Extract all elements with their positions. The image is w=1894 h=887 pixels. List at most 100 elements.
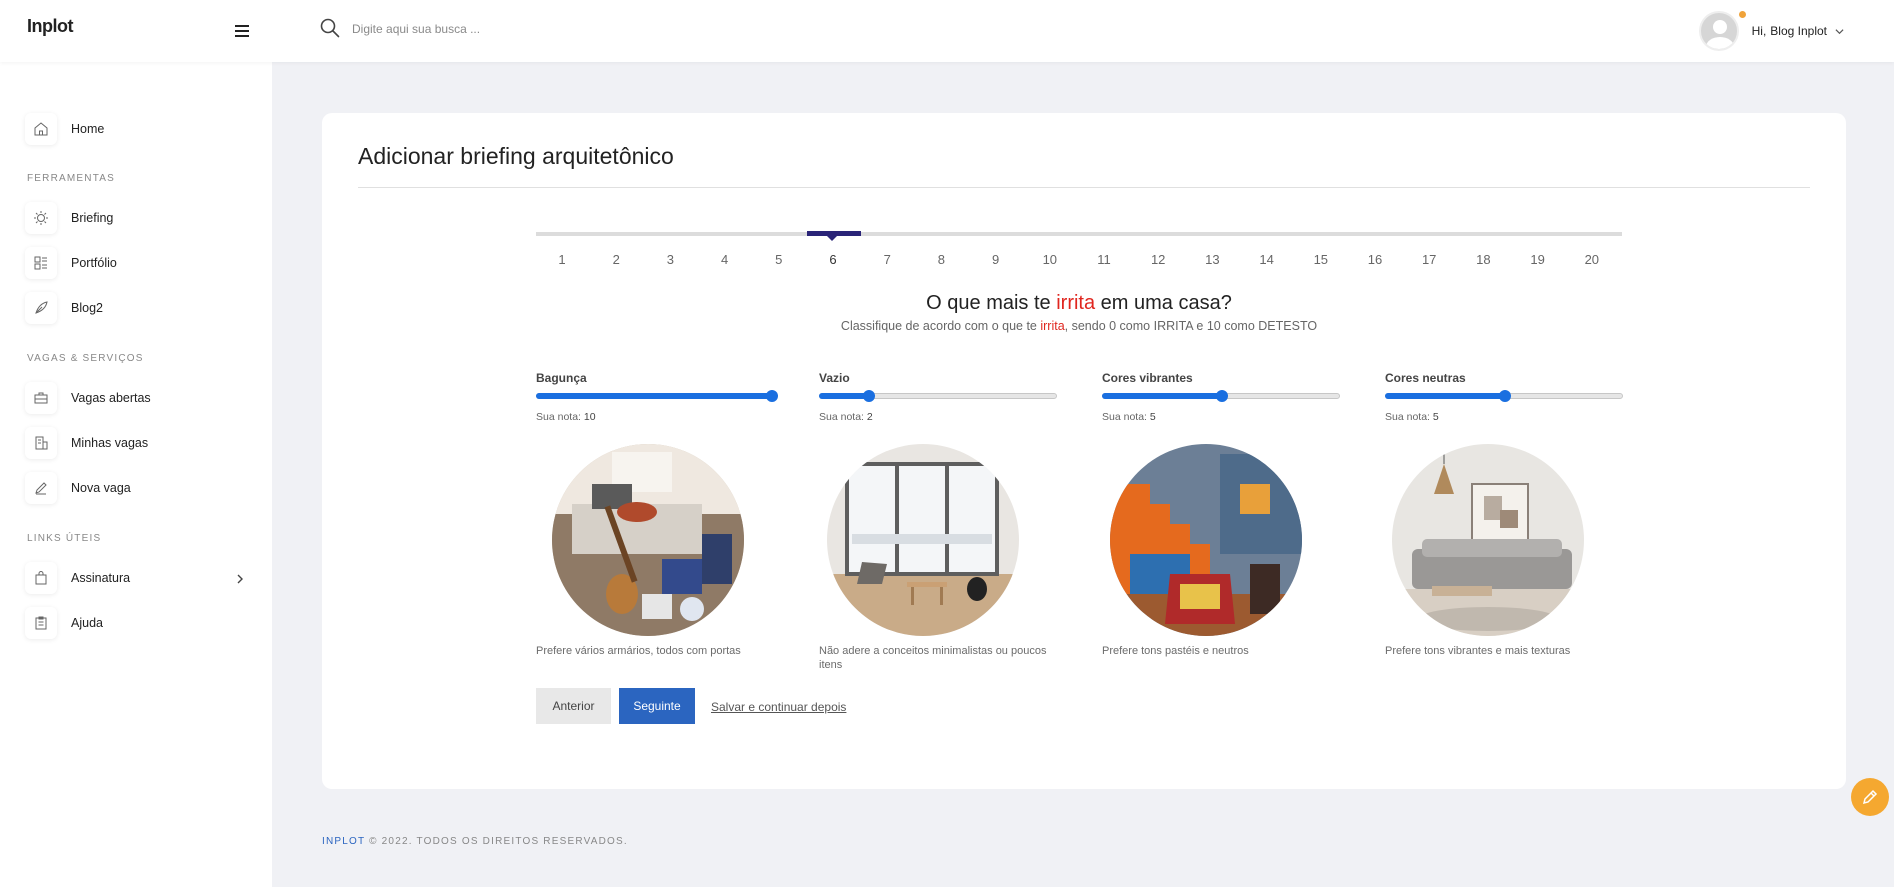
option-image-vibrant-colors[interactable] bbox=[1110, 444, 1302, 636]
lightbulb-icon bbox=[25, 202, 57, 234]
step-18[interactable]: 18 bbox=[1463, 252, 1503, 267]
next-button[interactable]: Seguinte bbox=[619, 688, 695, 724]
sidebar-item-label: Vagas abertas bbox=[71, 391, 151, 405]
user-menu[interactable]: Hi, Blog Inplot bbox=[1698, 10, 1844, 52]
rating-slider[interactable] bbox=[1102, 390, 1340, 402]
step-4[interactable]: 4 bbox=[705, 252, 745, 267]
sidebar-item-label: Assinatura bbox=[71, 571, 131, 585]
step-2[interactable]: 2 bbox=[596, 252, 636, 267]
rating-value-number: 2 bbox=[866, 411, 873, 423]
step-progress-track bbox=[536, 232, 1622, 236]
menu-toggle-icon[interactable] bbox=[235, 25, 249, 37]
question-subtitle: Classifique de acordo com o que te irrit… bbox=[536, 319, 1622, 333]
sidebar-item-label: Minhas vagas bbox=[71, 436, 149, 450]
edit-fab-button[interactable] bbox=[1851, 778, 1889, 816]
step-1[interactable]: 1 bbox=[542, 252, 582, 267]
sidebar-item-label: Nova vaga bbox=[71, 481, 131, 495]
building-icon bbox=[25, 427, 57, 459]
step-15[interactable]: 15 bbox=[1301, 252, 1341, 267]
option-description: Prefere tons pastéis e neutros bbox=[1102, 645, 1249, 657]
divider bbox=[358, 187, 1810, 188]
step-17[interactable]: 17 bbox=[1409, 252, 1449, 267]
rating-value: Sua nota: 5 bbox=[1385, 411, 1625, 423]
step-10[interactable]: 10 bbox=[1030, 252, 1070, 267]
sidebar-item-label: Home bbox=[71, 122, 105, 136]
sidebar-item-new-job[interactable]: Nova vaga bbox=[25, 472, 131, 504]
previous-button[interactable]: Anterior bbox=[536, 688, 611, 724]
logo-text: Inplot bbox=[27, 16, 73, 36]
rating-option: Bagunça Sua nota: 10 bbox=[536, 371, 778, 423]
option-image-neutral-colors[interactable] bbox=[1392, 444, 1584, 636]
page-title: Adicionar briefing arquitetônico bbox=[358, 143, 674, 169]
subtitle-text-end: , sendo 0 como IRRITA e 10 como DETESTO bbox=[1064, 319, 1318, 333]
section-title-tools: FERRAMENTAS bbox=[27, 173, 116, 184]
question-text: O que mais te bbox=[926, 292, 1057, 314]
briefcase-icon bbox=[25, 382, 57, 414]
footer: INPLOT © 2022. TODOS OS DIREITOS RESERVA… bbox=[322, 836, 628, 847]
user-name: Blog Inplot bbox=[1770, 24, 1827, 38]
save-later-link[interactable]: Salvar e continuar depois bbox=[711, 700, 846, 714]
sidebar-item-open-jobs[interactable]: Vagas abertas bbox=[25, 382, 151, 414]
grid-icon bbox=[25, 247, 57, 279]
pencil-icon bbox=[1862, 789, 1878, 805]
rating-option: Cores vibrantes Sua nota: 5 bbox=[1102, 371, 1342, 423]
step-19[interactable]: 19 bbox=[1518, 252, 1558, 267]
avatar[interactable] bbox=[1698, 11, 1739, 51]
option-label: Cores vibrantes bbox=[1102, 371, 1193, 385]
rating-value-label: Sua nota: bbox=[1102, 411, 1147, 423]
sidebar-item-briefing[interactable]: Briefing bbox=[25, 202, 113, 234]
sidebar-item-help[interactable]: Ajuda bbox=[25, 607, 103, 639]
slider-thumb[interactable] bbox=[1216, 390, 1228, 402]
rating-value-number: 5 bbox=[1432, 411, 1439, 423]
option-image-messy-room[interactable] bbox=[552, 444, 744, 636]
option-image-empty-room[interactable] bbox=[827, 444, 1019, 636]
slider-thumb[interactable] bbox=[863, 390, 876, 402]
step-13[interactable]: 13 bbox=[1192, 252, 1232, 267]
sidebar-item-label: Blog2 bbox=[71, 301, 103, 315]
rating-value-label: Sua nota: bbox=[819, 411, 864, 423]
user-greeting[interactable]: Hi, Blog Inplot bbox=[1752, 24, 1827, 38]
chevron-down-icon[interactable] bbox=[1835, 27, 1844, 36]
rating-value-number: 5 bbox=[1149, 411, 1156, 423]
subtitle-highlight: irrita bbox=[1040, 319, 1065, 333]
step-3[interactable]: 3 bbox=[650, 252, 690, 267]
option-description: Prefere vários armários, todos com porta… bbox=[536, 645, 741, 657]
step-16[interactable]: 16 bbox=[1355, 252, 1395, 267]
rating-slider[interactable] bbox=[819, 390, 1057, 402]
step-8[interactable]: 8 bbox=[921, 252, 961, 267]
rating-value-label: Sua nota: bbox=[536, 411, 581, 423]
footer-brand[interactable]: INPLOT bbox=[322, 836, 365, 847]
home-icon bbox=[25, 113, 57, 145]
rating-slider[interactable] bbox=[1385, 390, 1623, 402]
step-11[interactable]: 11 bbox=[1084, 252, 1124, 267]
sidebar-item-subscription[interactable]: Assinatura bbox=[25, 562, 130, 594]
feather-icon bbox=[25, 292, 57, 324]
step-14[interactable]: 14 bbox=[1247, 252, 1287, 267]
rating-slider[interactable] bbox=[536, 390, 778, 402]
search-input[interactable] bbox=[352, 18, 752, 40]
question-title: O que mais te irrita em uma casa? bbox=[536, 292, 1622, 315]
sidebar-item-portfolio[interactable]: Portfólio bbox=[25, 247, 117, 279]
section-title-jobs: VAGAS & SERVIÇOS bbox=[27, 353, 144, 364]
slider-thumb[interactable] bbox=[1499, 390, 1511, 402]
step-6[interactable]: 6 bbox=[813, 252, 853, 267]
step-7[interactable]: 7 bbox=[867, 252, 907, 267]
footer-text: © 2022. TODOS OS DIREITOS RESERVADOS. bbox=[365, 836, 628, 847]
sidebar-item-blog[interactable]: Blog2 bbox=[25, 292, 103, 324]
sidebar-item-label: Briefing bbox=[71, 211, 114, 225]
step-20[interactable]: 20 bbox=[1572, 252, 1612, 267]
rating-value-label: Sua nota: bbox=[1385, 411, 1430, 423]
briefing-card: Adicionar briefing arquitetônico 1234567… bbox=[322, 113, 1846, 789]
step-5[interactable]: 5 bbox=[759, 252, 799, 267]
step-9[interactable]: 9 bbox=[976, 252, 1016, 267]
sidebar-item-label: Ajuda bbox=[71, 616, 103, 630]
rating-value: Sua nota: 10 bbox=[536, 411, 776, 423]
option-description: Prefere tons vibrantes e mais texturas bbox=[1385, 645, 1571, 657]
step-12[interactable]: 12 bbox=[1138, 252, 1178, 267]
slider-thumb[interactable] bbox=[766, 390, 778, 402]
logo[interactable]: Inplot bbox=[27, 16, 73, 37]
greeting-text: Hi, bbox=[1751, 24, 1767, 38]
sidebar-item-my-jobs[interactable]: Minhas vagas bbox=[25, 427, 148, 459]
sidebar-item-home[interactable]: Home bbox=[25, 113, 104, 145]
chevron-right-icon[interactable] bbox=[236, 573, 244, 585]
